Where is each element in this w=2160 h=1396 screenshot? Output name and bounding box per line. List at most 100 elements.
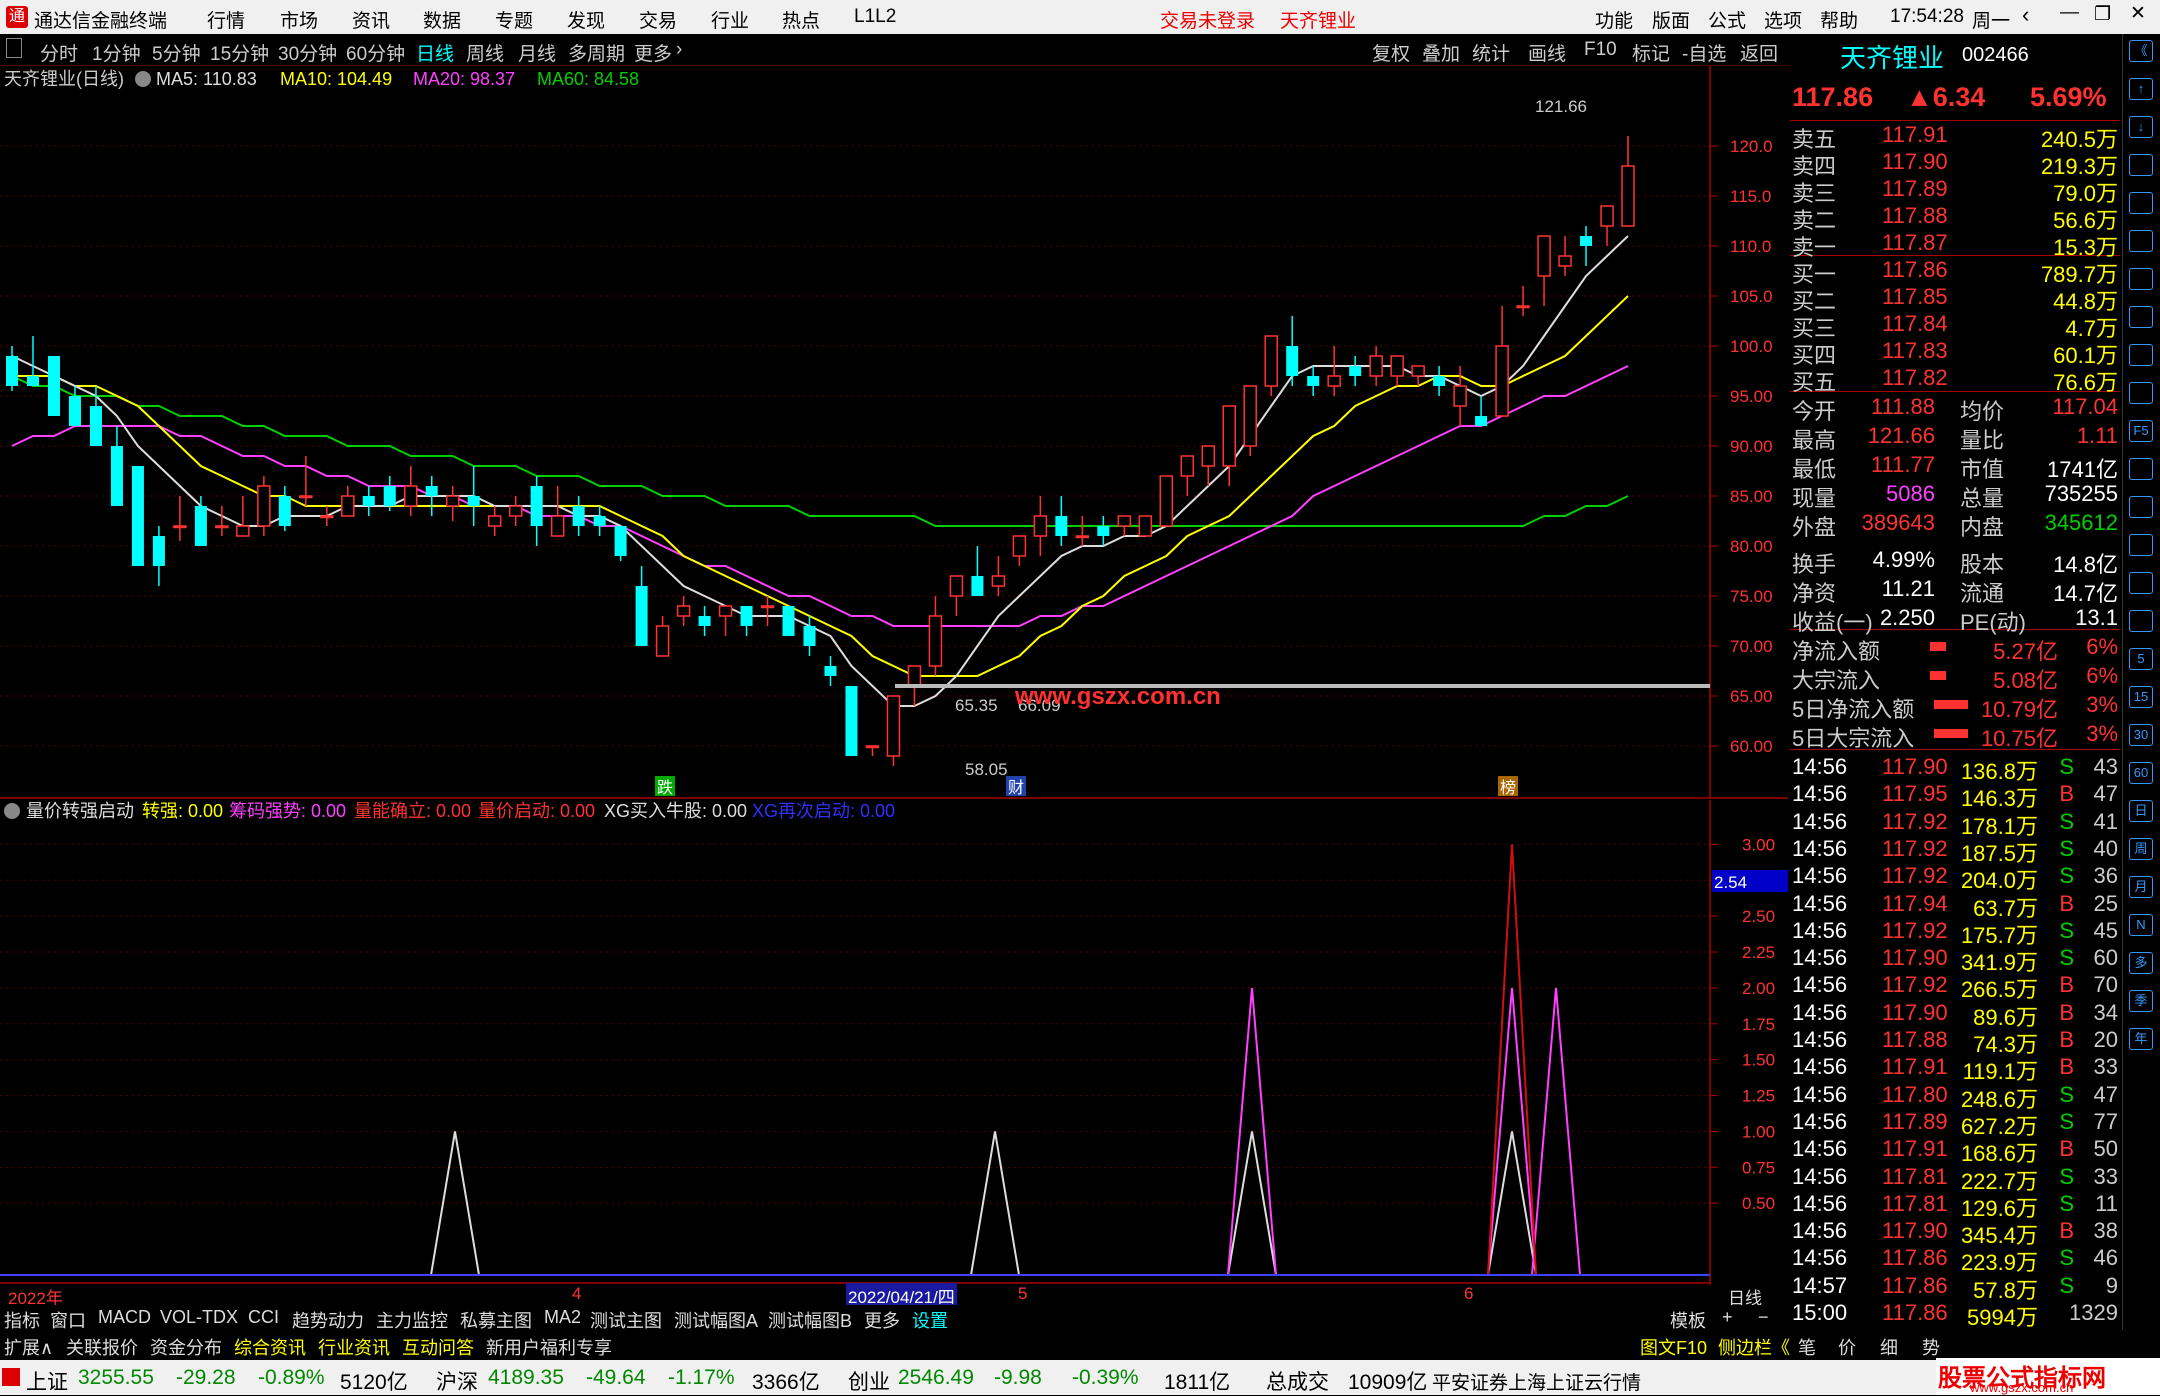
tab-ceshi-zhu[interactable]: 测试主图 (590, 1307, 662, 1333)
tick-row[interactable]: 14:56 117.81 129.6万 S 11 (1790, 1191, 2120, 1221)
tick-row[interactable]: 14:56 117.92 187.5万 S 40 (1790, 836, 2120, 866)
restore-icon[interactable]: ❐ (2094, 3, 2111, 26)
tab-qushi[interactable]: 趋势动力 (292, 1307, 364, 1333)
btn-zixuan[interactable]: -自选 (1682, 39, 1726, 66)
tab-simu[interactable]: 私募主图 (460, 1307, 532, 1333)
menu-jiaoyi[interactable]: 交易 (639, 6, 677, 33)
tick-row[interactable]: 14:56 117.92 204.0万 S 36 (1790, 863, 2120, 893)
back-icon[interactable]: ‹ (2022, 2, 2029, 28)
menu-gongneng[interactable]: 功能 (1595, 6, 1633, 33)
period-1min[interactable]: 1分钟 (92, 39, 141, 66)
tab-ceshi-a[interactable]: 测试幅图A (674, 1307, 758, 1333)
tab-ma2[interactable]: MA2 (544, 1307, 581, 1328)
chart-menu-icon[interactable] (6, 38, 22, 58)
period-daily[interactable]: 日线 (416, 39, 454, 66)
btn-biaoji[interactable]: 标记 (1632, 39, 1670, 66)
side-tool-icon[interactable] (2129, 268, 2153, 290)
tab-gengduo[interactable]: 更多 (864, 1307, 900, 1333)
side-tool-icon[interactable]: 周 (2129, 838, 2153, 860)
indicator-settings-icon[interactable] (4, 803, 20, 819)
menu-hangye[interactable]: 行业 (711, 6, 749, 33)
menu-shuju[interactable]: 数据 (423, 6, 461, 33)
side-tool-icon[interactable] (2129, 192, 2153, 214)
tick-list[interactable]: 14:56 117.90 136.8万 S 43 14:56 117.95 146.3万 B 47… (1790, 752, 2120, 1330)
side-tool-icon[interactable]: N (2129, 914, 2153, 936)
side-tool-icon[interactable]: 30 (2129, 724, 2153, 746)
side-tool-icon[interactable]: 月 (2129, 876, 2153, 898)
menu-shichang[interactable]: 市场 (280, 6, 318, 33)
side-tool-icon[interactable] (2129, 496, 2153, 518)
tab-guanlian[interactable]: 关联报价 (66, 1334, 138, 1360)
period-fenshi[interactable]: 分时 (40, 39, 78, 66)
sell-row[interactable]: 卖五 117.91 240.5万 (1790, 122, 2120, 152)
side-tool-icon[interactable]: 日 (2129, 800, 2153, 822)
side-tool-icon[interactable]: 年 (2129, 1028, 2153, 1050)
tick-row[interactable]: 14:56 117.88 74.3万 B 20 (1790, 1027, 2120, 1057)
side-tool-icon[interactable]: ↑ (2129, 78, 2153, 100)
tick-row[interactable]: 14:56 117.81 222.7万 S 33 (1790, 1164, 2120, 1194)
flow-row[interactable]: 大宗流入 5.08亿 6% (1790, 663, 2120, 693)
tick-row[interactable]: 15:00 117.86 5994万 1329 (1790, 1300, 2120, 1330)
period-multi[interactable]: 多周期 (568, 39, 625, 66)
side-tool-icon[interactable]: F5 (2129, 420, 2153, 442)
menu-redian[interactable]: 热点 (782, 6, 820, 33)
stat-row[interactable]: 最高 121.66 量比 1.11 (1790, 423, 2120, 453)
buy-row[interactable]: 买一 117.86 789.7万 (1790, 257, 2120, 287)
kline-chart[interactable]: 120.0 115.0 110.0 105.0 100.0 95.00 90.00 85.00… (0, 66, 1788, 799)
tick-row[interactable]: 14:57 117.86 57.8万 S 9 (1790, 1273, 2120, 1303)
tab-shezhi[interactable]: 设置 (912, 1307, 948, 1333)
buy-row[interactable]: 买四 117.83 60.1万 (1790, 338, 2120, 368)
btn-fuquan[interactable]: 复权 (1372, 39, 1410, 66)
stat-row[interactable]: 最低 111.77 市值 1741亿 (1790, 452, 2120, 482)
period-60min[interactable]: 60分钟 (346, 39, 405, 66)
tick-row[interactable]: 14:56 117.92 178.1万 S 41 (1790, 809, 2120, 839)
side-tool-icon[interactable] (2129, 306, 2153, 328)
tick-row[interactable]: 14:56 117.90 345.4万 B 38 (1790, 1218, 2120, 1248)
tick-row[interactable]: 14:56 117.86 223.9万 S 46 (1790, 1245, 2120, 1275)
side-tool-icon[interactable]: ↓ (2129, 116, 2153, 138)
period-weekly[interactable]: 周线 (466, 39, 504, 66)
tab-jia[interactable]: 价 (1838, 1334, 1856, 1360)
stat-row[interactable]: 外盘 389643 内盘 345612 (1790, 510, 2120, 540)
tab-zijin[interactable]: 资金分布 (150, 1334, 222, 1360)
menu-gongshi[interactable]: 公式 (1708, 6, 1746, 33)
tab-cebianlan[interactable]: 侧边栏《 (1718, 1334, 1790, 1360)
sell-row[interactable]: 卖四 117.90 219.3万 (1790, 149, 2120, 179)
menu-zixun[interactable]: 资讯 (352, 6, 390, 33)
btn-tongji[interactable]: 统计 (1472, 39, 1510, 66)
minimize-icon[interactable]: — (2060, 2, 2079, 24)
side-tool-icon[interactable]: 季 (2129, 990, 2153, 1012)
menu-xuanxiang[interactable]: 选项 (1764, 6, 1802, 33)
stat-row[interactable]: 今开 111.88 均价 117.04 (1790, 394, 2120, 424)
close-icon[interactable]: ✕ (2130, 2, 2146, 25)
buy-row[interactable]: 买五 117.82 76.6万 (1790, 365, 2120, 395)
period-more[interactable]: 更多 (634, 39, 672, 66)
flow-row[interactable]: 净流入额 5.27亿 6% (1790, 634, 2120, 664)
tab-xi[interactable]: 细 (1880, 1334, 1898, 1360)
tab-ceshi-b[interactable]: 测试幅图B (768, 1307, 852, 1333)
sell-row[interactable]: 卖二 117.88 56.6万 (1790, 203, 2120, 233)
side-tool-icon[interactable]: 《 (2129, 40, 2153, 62)
sell-row[interactable]: 卖三 117.89 79.0万 (1790, 176, 2120, 206)
cy-name[interactable]: 创业 (848, 1366, 890, 1396)
tab-bi[interactable]: 笔 (1798, 1334, 1816, 1360)
period-5min[interactable]: 5分钟 (152, 39, 201, 66)
tick-row[interactable]: 14:56 117.91 119.1万 B 33 (1790, 1054, 2120, 1084)
btn-huaxian[interactable]: 画线 (1528, 39, 1566, 66)
btn-diejia[interactable]: 叠加 (1422, 39, 1460, 66)
side-tool-icon[interactable]: 60 (2129, 762, 2153, 784)
menu-l1l2[interactable]: L1L2 (854, 6, 896, 28)
menu-faxian[interactable]: 发现 (567, 6, 605, 33)
menu-zhuanti[interactable]: 专题 (495, 6, 533, 33)
tab-kuozhan[interactable]: 扩展∧ (4, 1334, 53, 1360)
side-tool-icon[interactable] (2129, 610, 2153, 632)
settings-dot-icon[interactable] (135, 71, 151, 87)
tick-row[interactable]: 14:56 117.92 175.7万 S 45 (1790, 918, 2120, 948)
side-tool-icon[interactable] (2129, 572, 2153, 594)
period-15min[interactable]: 15分钟 (210, 39, 269, 66)
tab-muban[interactable]: 模板 (1670, 1307, 1706, 1333)
tab-shi[interactable]: 势 (1922, 1334, 1940, 1360)
tick-row[interactable]: 14:56 117.90 89.6万 B 34 (1790, 1000, 2120, 1030)
login-status[interactable]: 交易未登录 (1160, 6, 1255, 33)
side-tool-icon[interactable]: 多 (2129, 952, 2153, 974)
